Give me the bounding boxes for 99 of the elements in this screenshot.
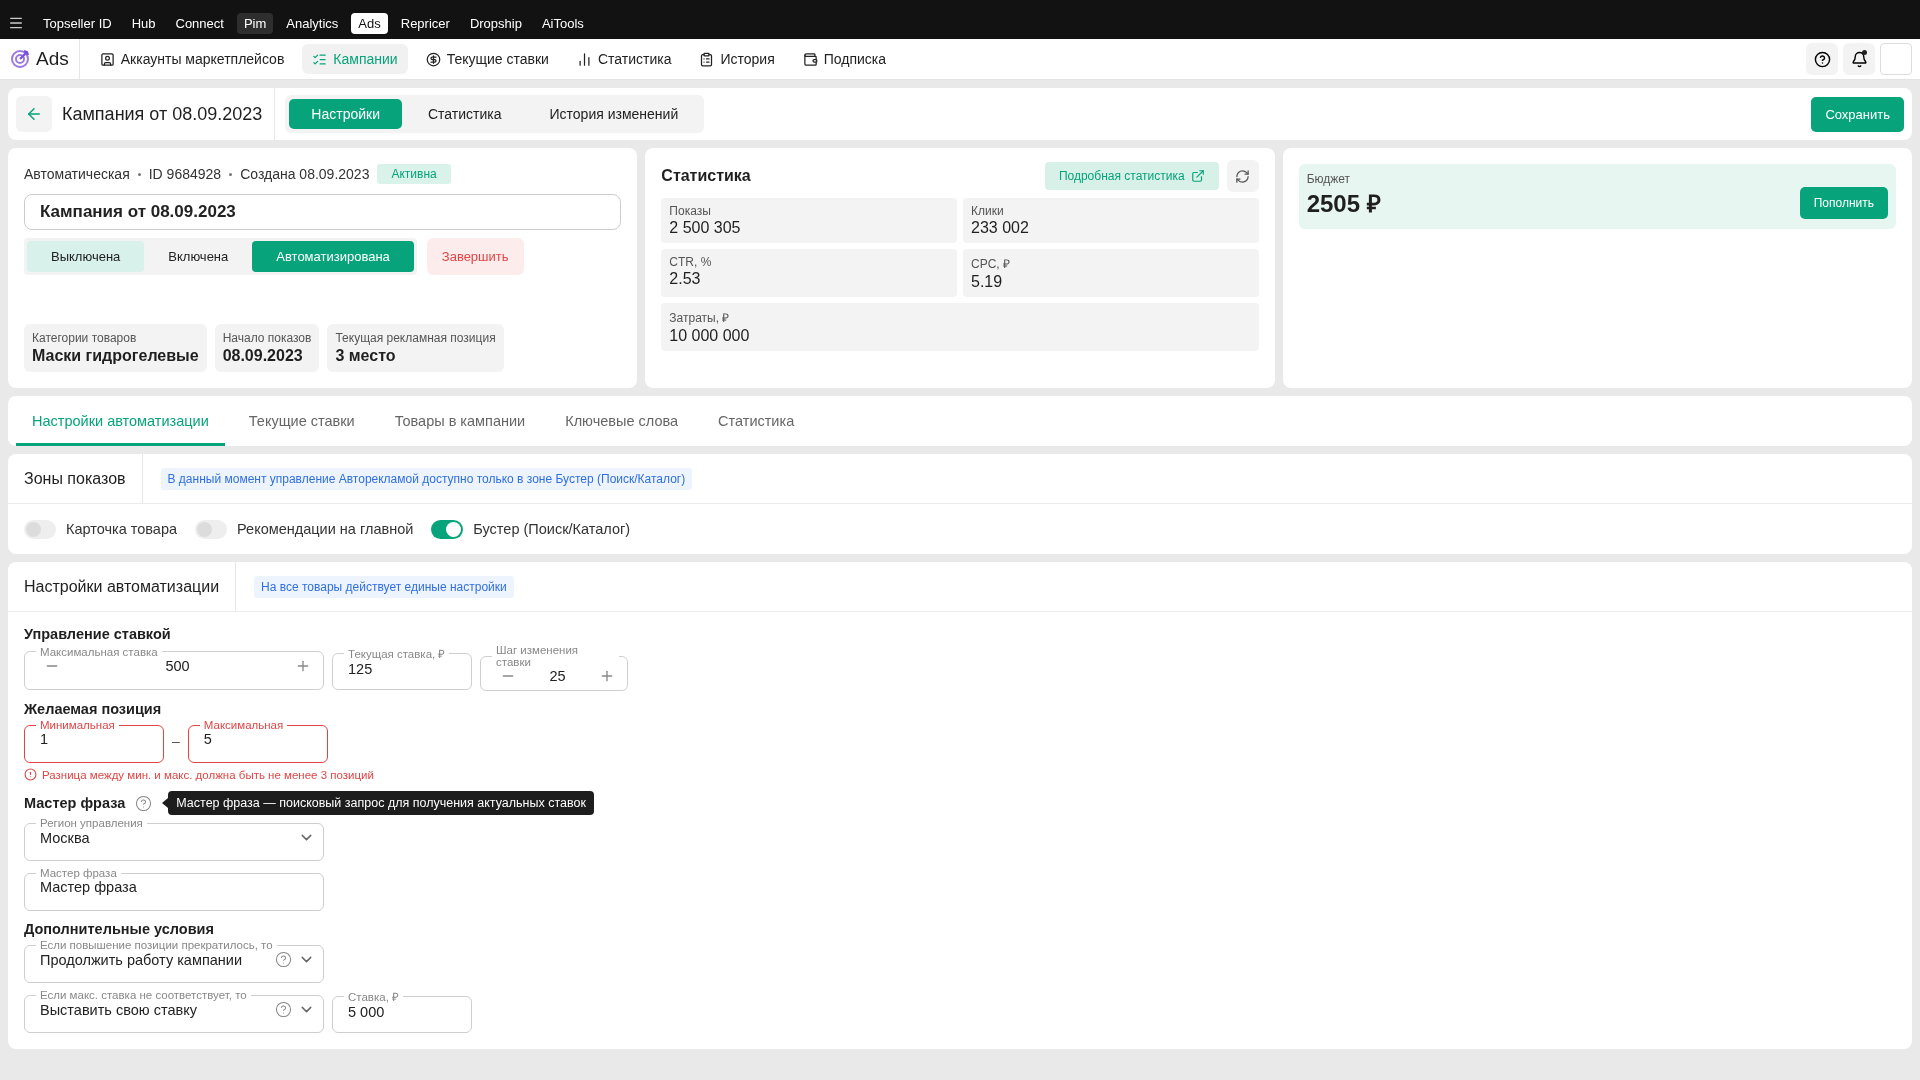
mode-option[interactable]: Включена [144,241,253,272]
input-field[interactable]: Ставка, ₽ 5 000 [332,989,472,1033]
campaign-name-field[interactable]: Кампания от 08.09.2023 [24,194,622,230]
info-note: В данный момент управление Авторекламой доступно только в зоне Бустер (Поиск/Каталог) [160,467,693,490]
tile-label: CPC, ₽ [971,256,1011,272]
budget-amount: 2505 ₽ [1306,189,1381,219]
help-icon[interactable] [135,794,153,812]
wallet-icon [802,51,818,67]
dropdown-field[interactable]: Если макс. ставка не соответствует, то Выставить свою ставку [24,989,324,1033]
nav-tab[interactable]: Статистика [566,44,682,74]
help-icon[interactable] [275,951,292,968]
help-icon [1813,50,1831,68]
toggle-label: Карточка товара [66,521,178,537]
tile-label: Показы [669,204,712,218]
dropdown-field[interactable]: Если повышение позиции прекратилось, то Продолжить работу кампании [24,939,324,983]
nav-tab[interactable]: Подписка [792,44,897,74]
notification-dot [1862,50,1867,55]
tile-value: 5.19 [971,273,1004,291]
bell-icon [1850,50,1868,68]
nav-tab[interactable]: Текущие ставки [415,44,559,74]
notifications-button[interactable] [1843,43,1875,75]
top-menu-item[interactable]: AiTools [534,13,591,34]
alert-icon [24,768,37,781]
tooltip-pointer-icon [162,798,169,808]
menu-icon[interactable] [8,15,24,31]
tile-label: Категории товаров [32,331,138,345]
input-field[interactable]: Минимальная 1 [24,719,164,763]
toggle-switch[interactable] [195,519,228,539]
toggle-label: Рекомендации на главной [237,521,414,537]
separator-dot [229,172,233,176]
top-menu-item[interactable]: Connect [168,13,231,34]
nav-tab[interactable]: История [689,44,785,74]
top-menu-item[interactable]: Hub [124,13,163,34]
help-button[interactable] [1806,43,1838,75]
page-title: Кампания от 08.09.2023 [62,103,263,125]
top-menu-item[interactable]: Pim [236,13,274,34]
group-title: Мастер фраза [24,795,126,811]
help-icon[interactable] [275,1001,292,1018]
tile-value: Маски гидрогелевые [32,347,199,365]
tooltip: Мастер фраза — поисковый запрос для получения актуальных ставок [168,791,594,815]
campaign-meta: Создана 08.09.2023 [240,166,370,182]
tile-label: Затраты, ₽ [669,310,731,326]
toggle-switch[interactable] [431,519,464,539]
clipboard-icon [699,51,715,67]
header-tab[interactable]: Статистика [406,99,524,129]
group-title: Дополнительные условия [24,921,214,937]
section-title: Зоны показов [23,469,127,488]
card-title: Статистика [661,167,752,185]
separator-dot [137,172,141,176]
app-name: Ads [36,48,69,70]
stepper-field[interactable]: Максимальная ставка 500 [24,645,324,690]
input-field[interactable]: Мастер фраза Мастер фраза [24,867,324,911]
dropdown-field[interactable]: Регион управления Москва [24,817,324,861]
top-menu-item[interactable]: Analytics [279,13,346,34]
toggle-switch[interactable] [24,519,56,539]
tile-label: Текущая рекламная позиция [335,331,496,345]
tile-value: 233 002 [971,219,1030,237]
section-tab[interactable]: Ключевые слова [549,396,695,446]
tile-value: 08.09.2023 [222,347,304,365]
tile-label: CTR, % [669,255,713,269]
budget-label: Бюджет [1306,172,1352,186]
refresh-button[interactable] [1226,160,1259,192]
contact-card-icon [99,51,115,67]
back-button[interactable] [16,96,52,132]
nav-tab[interactable]: Аккаунты маркетплейсов [89,44,295,74]
group-title: Желаемая позиция [24,701,162,717]
mode-option[interactable]: Выключена [27,241,145,272]
campaign-meta: ID 9684928 [148,166,222,182]
input-field[interactable]: Максимальная 5 [187,719,328,763]
top-menu-item[interactable]: Dropship [462,13,529,34]
checklist-icon [312,51,328,67]
tile-value: 3 место [335,347,397,365]
info-note: На все товары действует единые настройки [254,575,514,598]
group-title: Управление ставкой [24,626,171,642]
error-message: Разница между мин. и макс. должна быть не менее 3 позиций [42,768,374,781]
header-tab[interactable]: История изменений [527,99,701,129]
section-tab[interactable]: Текущие ставки [232,396,371,446]
range-dash: – [172,733,180,749]
top-menu-item[interactable]: Ads [351,13,388,34]
tile-value: 10 000 000 [669,327,751,345]
tile-value: 2.53 [669,270,702,288]
top-menu-item[interactable]: Topseller ID [36,13,119,34]
stepper-field[interactable]: Шаг изменения ставки 25 [480,644,628,691]
campaign-meta: Автоматическая [24,166,130,182]
section-title: Настройки автоматизации [23,577,221,596]
refresh-icon [1235,168,1251,184]
tile-label: Начало показов [222,331,312,345]
toggle-label: Бустер (Поиск/Каталог) [473,521,631,537]
tile-value: 2 500 305 [669,219,742,237]
top-menu-item[interactable]: Repricer [393,13,457,34]
status-badge: Активна [377,164,451,184]
bar-chart-icon [576,51,592,67]
logo-icon [10,49,30,69]
tile-label: Клики [971,204,1005,218]
external-link-icon [1190,169,1205,183]
coin-icon [425,51,441,67]
section-tab[interactable]: Товары в кампании [378,396,542,446]
section-tab[interactable]: Статистика [702,396,811,446]
finish-button[interactable]: Завершить [426,238,524,275]
